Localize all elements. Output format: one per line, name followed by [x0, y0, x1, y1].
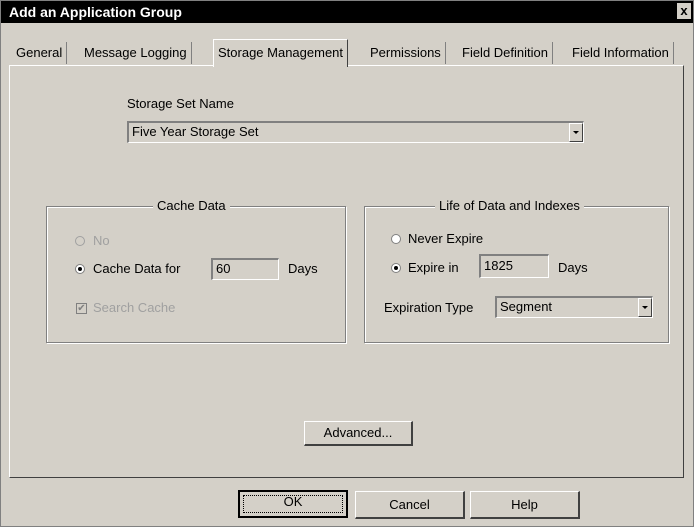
focus-rectangle	[243, 495, 343, 513]
chevron-down-icon[interactable]	[638, 298, 652, 317]
close-button[interactable]: x	[677, 3, 691, 19]
help-button[interactable]: Help	[470, 491, 580, 519]
dialog-window: Add an Application Group x General Messa…	[0, 0, 694, 527]
expiration-type-value: Segment	[500, 299, 553, 314]
tab-permissions[interactable]: Permissions	[366, 42, 446, 64]
never-expire-label: Never Expire	[408, 231, 484, 246]
storage-set-value: Five Year Storage Set	[132, 124, 259, 139]
cache-data-for-radio[interactable]	[75, 264, 85, 274]
cancel-button[interactable]: Cancel	[355, 491, 465, 519]
expire-in-radio[interactable]	[391, 263, 401, 273]
cache-data-for-label: Cache Data for	[93, 261, 181, 276]
tab-general[interactable]: General	[12, 42, 68, 64]
tab-field-definition[interactable]: Field Definition	[458, 42, 553, 64]
cache-days-input[interactable]: 60	[211, 258, 279, 280]
check-icon: ✔	[77, 303, 86, 314]
tab-field-information[interactable]: Field Information	[568, 42, 674, 64]
storage-set-dropdown[interactable]: Five Year Storage Set	[127, 121, 584, 143]
search-cache-checkbox[interactable]: ✔	[76, 303, 87, 314]
expire-days-label: Days	[558, 260, 588, 275]
tab-storage-management[interactable]: Storage Management	[213, 39, 349, 67]
expiration-type-dropdown[interactable]: Segment	[495, 296, 653, 318]
tab-message-logging[interactable]: Message Logging	[80, 42, 192, 64]
no-cache-radio[interactable]	[75, 236, 85, 246]
window-title: Add an Application Group	[9, 4, 182, 20]
no-cache-label: No	[93, 233, 110, 248]
life-of-data-title: Life of Data and Indexes	[435, 198, 584, 213]
cache-data-title: Cache Data	[153, 198, 230, 213]
storage-set-label: Storage Set Name	[127, 96, 234, 111]
expire-days-input[interactable]: 1825	[479, 254, 549, 278]
search-cache-label: Search Cache	[93, 300, 176, 315]
cache-days-label: Days	[288, 261, 318, 276]
expire-in-label: Expire in	[408, 260, 459, 275]
ok-button[interactable]: OK	[238, 490, 348, 518]
title-bar[interactable]: Add an Application Group x	[1, 1, 693, 23]
advanced-button[interactable]: Advanced...	[304, 421, 413, 446]
chevron-down-icon[interactable]	[569, 123, 583, 142]
never-expire-radio[interactable]	[391, 234, 401, 244]
expiration-type-label: Expiration Type	[384, 300, 474, 315]
